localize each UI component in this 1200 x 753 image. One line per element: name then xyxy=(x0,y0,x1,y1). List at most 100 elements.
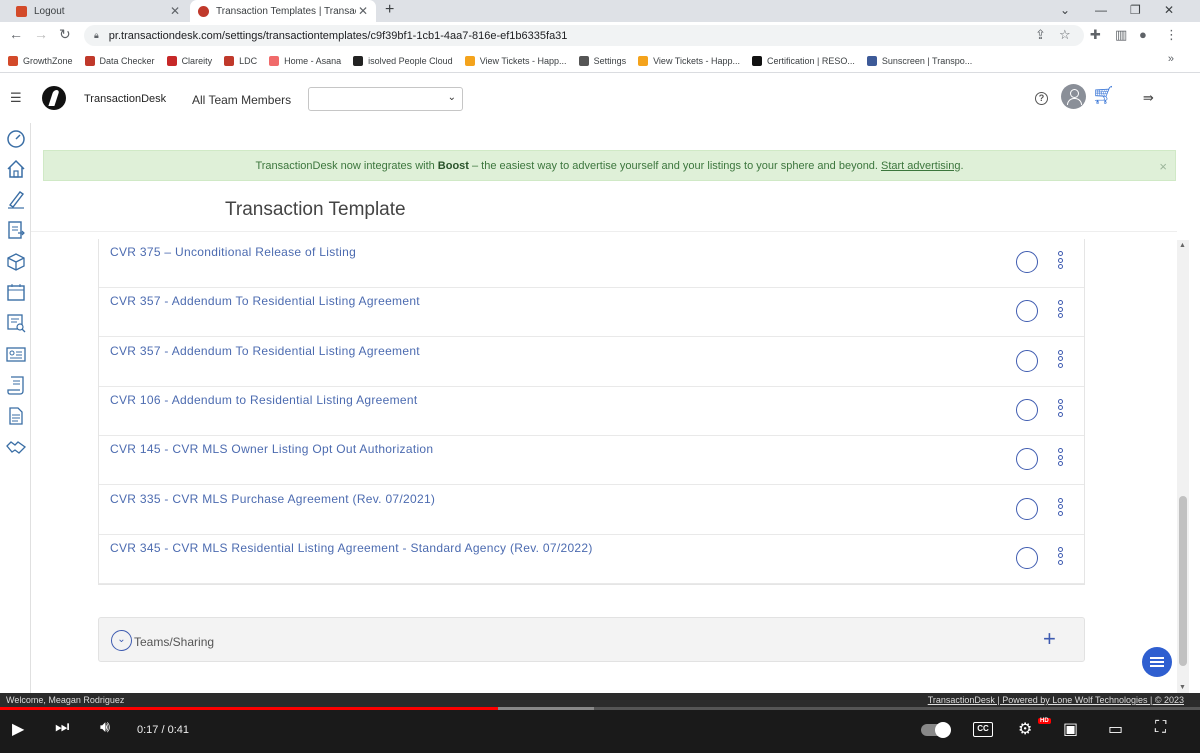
floating-menu-button[interactable] xyxy=(1142,647,1172,677)
cart-icon[interactable]: 🛒︎ xyxy=(1092,85,1115,106)
browser-menu-kebab-icon[interactable]: ⋮ xyxy=(1165,27,1178,43)
template-form-name-link[interactable]: CVR 357 - Addendum To Residential Listin… xyxy=(110,344,420,358)
browser-address-bar: ← → ↻ 🔒︎ pr.transactiondesk.com/settings… xyxy=(0,22,1200,49)
app-footer: Welcome, Meagan Rodriguez TransactionDes… xyxy=(0,693,1200,707)
contact-card-icon[interactable] xyxy=(5,343,26,364)
share-icon[interactable]: ⇪ xyxy=(1035,27,1046,43)
scrollbar-thumb[interactable] xyxy=(1179,496,1187,666)
logout-favicon-icon xyxy=(16,5,27,17)
bookmark-favicon-icon xyxy=(84,55,95,66)
close-tab-icon[interactable]: ✕ xyxy=(170,4,180,18)
close-window-icon[interactable]: ✕ xyxy=(1164,0,1174,22)
select-radio-circle[interactable] xyxy=(1016,546,1038,569)
left-menu-toggle-icon[interactable]: ☰ xyxy=(10,90,22,106)
select-radio-circle[interactable] xyxy=(1016,497,1038,520)
select-radio-circle[interactable] xyxy=(1016,251,1038,273)
calendar-icon[interactable] xyxy=(5,281,26,302)
bookmarks-overflow-icon[interactable]: » xyxy=(1168,53,1174,65)
autoplay-toggle[interactable] xyxy=(921,722,951,738)
select-radio-circle[interactable] xyxy=(1016,349,1038,372)
side-panel-icon[interactable]: ▥ xyxy=(1115,27,1127,43)
row-options-kebab-icon[interactable] xyxy=(1058,300,1064,322)
browser-tab-transaction-templates[interactable]: Transaction Templates | Transacti ✕ xyxy=(190,0,376,22)
bookmark-item[interactable]: Settings xyxy=(578,55,626,66)
row-options-kebab-icon[interactable] xyxy=(1058,349,1064,372)
box-package-icon[interactable] xyxy=(5,250,26,271)
bookmark-item[interactable]: Home - Asana xyxy=(269,55,341,66)
transactiondesk-logo-icon[interactable] xyxy=(42,86,66,110)
document-export-icon[interactable] xyxy=(5,219,26,240)
handshake-icon[interactable] xyxy=(5,436,26,457)
home-icon[interactable] xyxy=(5,158,26,179)
browser-tab-logout[interactable]: Logout ✕ xyxy=(8,0,188,22)
footer-credit-link[interactable]: TransactionDesk | Powered by Lone Wolf T… xyxy=(928,695,1184,705)
bookmark-item[interactable]: GrowthZone xyxy=(8,55,73,66)
kebab-dot xyxy=(1058,546,1063,552)
fullscreen-icon[interactable]: ⛶ xyxy=(1155,719,1166,737)
template-form-name-link[interactable]: CVR 145 - CVR MLS Owner Listing Opt Out … xyxy=(110,442,433,456)
row-options-kebab-icon[interactable] xyxy=(1058,448,1064,470)
document-icon[interactable] xyxy=(5,405,26,426)
bookmark-item[interactable]: Data Checker xyxy=(84,55,155,66)
minimize-window-icon[interactable]: — xyxy=(1095,0,1107,22)
header-divider xyxy=(31,231,1177,232)
extensions-puzzle-icon[interactable]: ✚ xyxy=(1090,27,1101,43)
scroll-up-arrow-icon[interactable]: ▲ xyxy=(1179,242,1186,249)
scroll-contract-icon[interactable] xyxy=(5,374,26,395)
play-icon[interactable]: ▶ xyxy=(12,719,24,739)
user-avatar-icon[interactable] xyxy=(1061,84,1086,109)
team-member-select[interactable]: ⌄ xyxy=(308,87,463,111)
captions-cc-icon[interactable]: CC xyxy=(973,722,993,737)
template-form-name-link[interactable]: CVR 335 - CVR MLS Purchase Agreement (Re… xyxy=(110,492,435,506)
pen-icon[interactable] xyxy=(5,188,26,209)
add-team-plus-icon[interactable]: + xyxy=(1043,626,1056,652)
select-radio-circle[interactable] xyxy=(1016,398,1038,421)
search-report-icon[interactable] xyxy=(5,312,26,333)
back-arrow-icon[interactable]: ← xyxy=(9,26,23,42)
row-options-kebab-icon[interactable] xyxy=(1058,546,1064,569)
template-form-name-link[interactable]: CVR 106 - Addendum to Residential Listin… xyxy=(110,393,417,407)
bookmark-item[interactable]: View Tickets - Happ... xyxy=(638,55,740,66)
scroll-down-arrow-icon[interactable]: ▼ xyxy=(1179,684,1186,691)
template-form-name-link[interactable]: CVR 345 - CVR MLS Residential Listing Ag… xyxy=(110,541,593,555)
select-radio-circle[interactable] xyxy=(1016,448,1038,471)
miniplayer-icon[interactable]: ▣ xyxy=(1063,719,1078,739)
url-text: pr.transactiondesk.com/settings/transact… xyxy=(108,29,568,42)
close-tab-icon[interactable]: ✕ xyxy=(358,4,368,18)
chevron-down-circle-icon[interactable]: ⌄ xyxy=(111,630,132,651)
next-video-icon[interactable]: ⏭︎ xyxy=(55,719,69,737)
row-options-kebab-icon[interactable] xyxy=(1058,251,1064,273)
start-advertising-link[interactable]: Start advertising xyxy=(881,160,960,172)
restore-window-icon[interactable]: ❐ xyxy=(1130,0,1141,22)
row-options-kebab-icon[interactable] xyxy=(1058,398,1064,421)
url-omnibox[interactable]: 🔒︎ pr.transactiondesk.com/settings/trans… xyxy=(84,25,1084,46)
settings-gear-icon[interactable]: ⚙ xyxy=(1018,719,1032,739)
template-form-name-link[interactable]: CVR 357 - Addendum To Residential Listin… xyxy=(110,294,420,308)
kebab-dot xyxy=(1058,510,1063,516)
forward-arrow-icon[interactable]: → xyxy=(34,26,48,42)
profile-icon[interactable]: ● xyxy=(1139,27,1147,42)
row-options-kebab-icon[interactable] xyxy=(1058,497,1064,520)
tab-search-chevron-icon[interactable]: ⌄ xyxy=(1060,0,1070,22)
reload-icon[interactable]: ↻ xyxy=(59,26,71,43)
dashboard-gauge-icon[interactable] xyxy=(5,127,26,148)
bookmark-star-icon[interactable]: ☆ xyxy=(1059,27,1071,43)
help-icon[interactable]: ? xyxy=(1035,92,1048,105)
bookmark-item[interactable]: Sunscreen | Transpo... xyxy=(866,55,972,66)
new-tab-plus-icon[interactable]: + xyxy=(385,0,394,22)
teams-sharing-section[interactable]: ⌄ Teams/Sharing + xyxy=(98,617,1085,662)
bookmark-item[interactable]: View Tickets - Happ... xyxy=(464,55,567,66)
bookmark-item[interactable]: Clareity xyxy=(166,55,212,66)
bookmark-item[interactable]: LDC xyxy=(224,55,257,66)
bookmark-item[interactable]: isolved People Cloud xyxy=(353,55,453,66)
video-progress-bar[interactable] xyxy=(0,707,1200,710)
page-scrollbar[interactable]: ▲ ▼ xyxy=(1177,240,1189,693)
volume-icon[interactable]: 🔊︎ xyxy=(100,719,110,737)
bookmark-item[interactable]: Certification | RESO... xyxy=(751,55,855,66)
close-banner-icon[interactable]: × xyxy=(1159,159,1167,174)
right-panel-toggle-icon[interactable]: ⇛ xyxy=(1143,90,1154,106)
theater-mode-icon[interactable]: ▭ xyxy=(1108,719,1123,739)
select-radio-circle[interactable] xyxy=(1016,300,1038,323)
template-form-name-link[interactable]: CVR 375 – Unconditional Release of Listi… xyxy=(110,245,356,259)
kebab-dot xyxy=(1058,454,1063,460)
